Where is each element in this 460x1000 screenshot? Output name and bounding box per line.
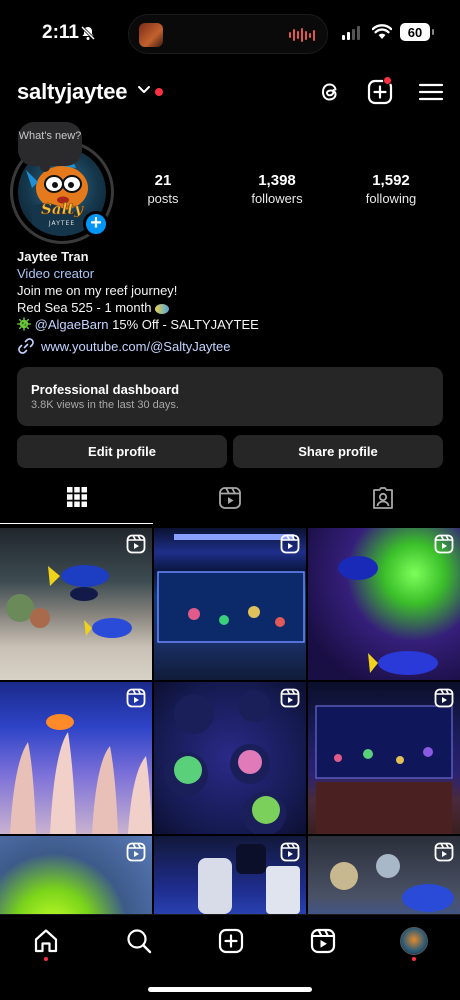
search-icon[interactable]: [125, 927, 153, 955]
signal-icon: [342, 26, 360, 40]
profile-tab[interactable]: [400, 927, 428, 955]
bio: Jaytee Tran Video creator Join me on my …: [17, 248, 447, 355]
chevron-down-icon[interactable]: [137, 85, 151, 95]
grid-post[interactable]: [0, 836, 152, 914]
grid-post[interactable]: [308, 836, 460, 914]
avatar: [400, 927, 428, 955]
grid-post[interactable]: [154, 528, 306, 680]
tagged-icon: [372, 487, 393, 509]
grid-icon: [66, 487, 87, 507]
tab-grid[interactable]: [0, 486, 153, 524]
stat-following-count: 1,592: [372, 172, 410, 189]
reel-icon: [280, 534, 300, 554]
grid-post[interactable]: [308, 682, 460, 834]
reel-icon: [434, 842, 454, 862]
bio-line-1: Join me on my reef journey!: [17, 283, 178, 298]
reel-icon: [280, 842, 300, 862]
menu-icon[interactable]: [417, 78, 445, 106]
audio-wave-icon: [289, 27, 315, 43]
reel-icon: [280, 688, 300, 708]
reel-icon: [434, 534, 454, 554]
tab-tagged[interactable]: [306, 486, 459, 524]
dashboard-title: Professional dashboard: [31, 382, 180, 397]
link-icon: [18, 338, 34, 354]
reels-icon: [218, 487, 241, 509]
grid-post[interactable]: [0, 682, 152, 834]
status-bar: 2:11 60: [0, 0, 460, 64]
stat-followers[interactable]: 1,398 followers: [236, 172, 318, 206]
wifi-icon: [372, 24, 392, 39]
bio-line-2: Red Sea 525 - 1 month: [17, 300, 152, 315]
stat-followers-label: followers: [251, 191, 303, 206]
display-name: Jaytee Tran: [17, 249, 89, 264]
posts-grid: [0, 528, 460, 914]
bio-line-3-row: @AlgaeBarn 15% Off - SALTYJAYTEE: [17, 316, 447, 333]
reel-icon: [126, 534, 146, 554]
stat-following-label: following: [365, 191, 417, 206]
grid-post[interactable]: [154, 682, 306, 834]
stat-followers-count: 1,398: [258, 172, 296, 189]
home-icon[interactable]: [32, 927, 60, 955]
grid-post[interactable]: [308, 528, 460, 680]
share-profile-button[interactable]: Share profile: [233, 435, 443, 468]
now-playing-artwork: [139, 23, 163, 47]
grid-post[interactable]: [0, 528, 152, 680]
home-indicator[interactable]: [148, 987, 312, 992]
reels-icon[interactable]: [309, 927, 337, 955]
username-switcher[interactable]: saltyjaytee: [17, 79, 128, 105]
note-bubble[interactable]: What's new?: [18, 122, 82, 172]
account-notification-dot: [155, 88, 163, 96]
professional-dashboard[interactable]: Professional dashboard 3.8K views in the…: [17, 367, 443, 426]
profile-activity-dot: [412, 957, 416, 961]
create-notification-dot: [383, 76, 392, 85]
grid-post[interactable]: [154, 836, 306, 914]
reel-icon: [434, 688, 454, 708]
status-time: 2:11: [42, 22, 79, 43]
battery-icon: 60: [400, 23, 434, 41]
stat-posts-count: 21: [154, 172, 172, 189]
fish-emoji-icon: [155, 303, 170, 314]
reel-icon: [126, 842, 146, 862]
stat-posts-label: posts: [147, 191, 179, 206]
avatar-text-salty: Salty: [41, 200, 84, 218]
edit-profile-button[interactable]: Edit profile: [17, 435, 227, 468]
bio-line-2-row: Red Sea 525 - 1 month: [17, 299, 447, 316]
external-link[interactable]: www.youtube.com/@SaltyJaytee: [17, 337, 447, 355]
threads-icon[interactable]: [316, 78, 344, 106]
reel-icon: [126, 688, 146, 708]
microbe-emoji-icon: [17, 317, 31, 331]
category-label: Video creator: [17, 266, 95, 281]
create-icon[interactable]: [217, 927, 245, 955]
avatar-text-jaytee: JAYTEE: [48, 220, 75, 227]
profile-tabs: [0, 486, 460, 524]
mention-link[interactable]: @AlgaeBarn: [35, 317, 109, 332]
tab-reels[interactable]: [153, 486, 306, 524]
add-story-button[interactable]: +: [83, 211, 109, 237]
bio-line-3-suffix: 15% Off - SALTYJAYTEE: [108, 317, 259, 332]
battery-level: 60: [407, 24, 423, 40]
dashboard-subtitle: 3.8K views in the last 30 days.: [31, 399, 179, 411]
dynamic-island[interactable]: [128, 14, 328, 54]
home-activity-dot: [44, 957, 48, 961]
profile-header: saltyjaytee: [0, 74, 460, 110]
stat-posts[interactable]: 21 posts: [133, 172, 193, 206]
stat-following[interactable]: 1,592 following: [350, 172, 432, 206]
external-link-text: www.youtube.com/@SaltyJaytee: [41, 338, 231, 354]
bell-off-icon: [80, 25, 96, 41]
